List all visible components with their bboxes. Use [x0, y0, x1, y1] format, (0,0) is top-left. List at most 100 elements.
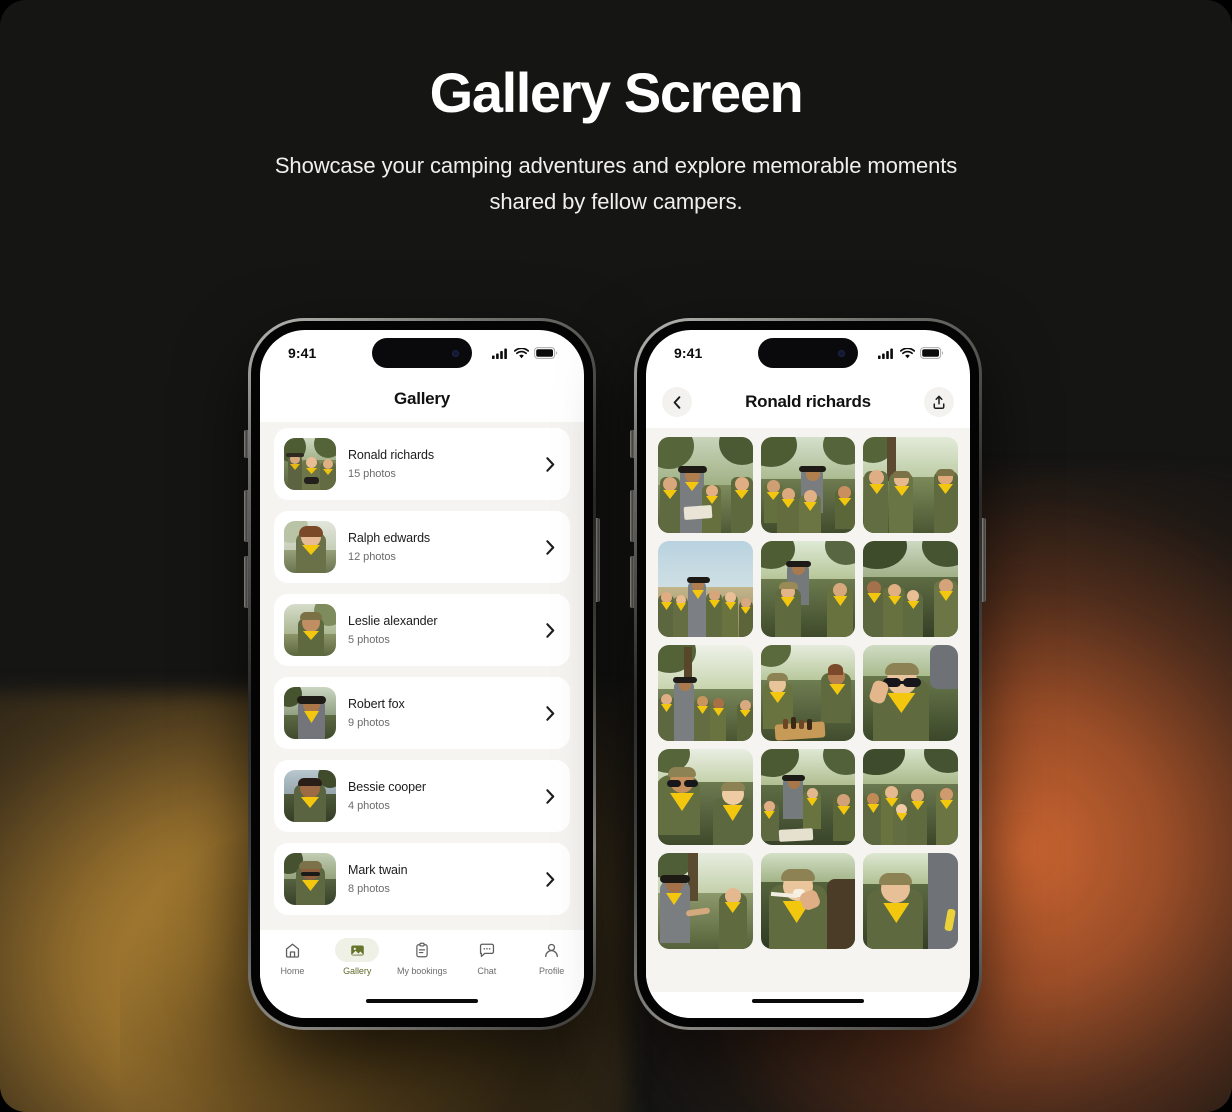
status-bar: 9:41	[646, 330, 970, 376]
battery-icon	[920, 347, 944, 359]
wifi-icon	[900, 347, 915, 358]
chevron-right-icon[interactable]	[542, 788, 558, 804]
silence-switch[interactable]	[630, 430, 634, 458]
silence-switch[interactable]	[244, 430, 248, 458]
gallery-header: Gallery	[260, 376, 584, 422]
album-thumbnail	[284, 521, 336, 573]
album-name: Mark twain	[348, 863, 408, 877]
photo-grid[interactable]	[646, 428, 970, 992]
volume-up-button[interactable]	[630, 490, 634, 542]
front-camera-icon	[452, 349, 459, 357]
phone-screen-album-detail: 9:41 Ronald richards	[646, 330, 970, 1018]
album-count: 9 photos	[348, 717, 390, 729]
volume-up-button[interactable]	[244, 490, 248, 542]
photo-thumbnail[interactable]	[863, 645, 958, 741]
album-name: Bessie cooper	[348, 780, 426, 794]
power-button[interactable]	[596, 518, 600, 602]
album-name: Leslie alexander	[348, 614, 438, 628]
page-subtitle: Showcase your camping adventures and exp…	[274, 153, 958, 214]
home-indicator-area	[646, 992, 970, 1018]
album-count: 4 photos	[348, 800, 390, 812]
album-thumbnail	[284, 604, 336, 656]
phone-bezel: 9:41	[637, 321, 979, 1027]
chevron-right-icon[interactable]	[542, 705, 558, 721]
album-row[interactable]: Ronald richards 15 photos	[274, 428, 570, 500]
tab-label-profile: Profile	[539, 966, 565, 976]
album-row[interactable]: Bessie cooper 4 photos	[274, 760, 570, 832]
volume-down-button[interactable]	[244, 556, 248, 608]
home-icon-wrap	[270, 938, 314, 962]
album-row[interactable]: Robert fox 9 photos	[274, 677, 570, 749]
photo-thumbnail[interactable]	[658, 645, 753, 741]
album-text-group: Bessie cooper 4 photos	[348, 780, 530, 812]
phone-bezel: 9:41	[251, 321, 593, 1027]
album-row[interactable]: Leslie alexander 5 photos	[274, 594, 570, 666]
phone-screen-gallery-list: 9:41 Gallery Ronald richards 15 photos R…	[260, 330, 584, 1018]
image-icon	[350, 945, 364, 955]
photo-thumbnail[interactable]	[658, 749, 753, 845]
photo-thumbnail[interactable]	[760, 853, 856, 949]
album-detail-header: Ronald richards	[646, 376, 970, 428]
volume-down-button[interactable]	[630, 556, 634, 608]
photo-thumbnail[interactable]	[863, 541, 958, 637]
person-icon	[545, 943, 558, 957]
album-text-group: Leslie alexander 5 photos	[348, 614, 530, 646]
hero-section: Gallery Screen Showcase your camping adv…	[0, 60, 1232, 219]
album-name: Ralph edwards	[348, 531, 431, 545]
album-thumbnail	[284, 853, 336, 905]
phone-mockup-gallery-list: 9:41 Gallery Ronald richards 15 photos R…	[244, 318, 600, 1030]
tab-label-my-bookings: My bookings	[397, 966, 447, 976]
status-icons	[878, 347, 944, 359]
album-thumbnail	[284, 438, 336, 490]
chevron-right-icon[interactable]	[542, 456, 558, 472]
front-camera-icon	[838, 349, 845, 357]
album-row[interactable]: Ralph edwards 12 photos	[274, 511, 570, 583]
album-name: Robert fox	[348, 697, 405, 711]
tab-gallery[interactable]: Gallery	[325, 938, 390, 976]
photo-thumbnail[interactable]	[760, 645, 856, 741]
photo-thumbnail[interactable]	[863, 437, 958, 533]
battery-icon	[534, 347, 558, 359]
chevron-right-icon[interactable]	[542, 539, 558, 555]
home-indicator[interactable]	[366, 999, 478, 1003]
chevron-right-icon[interactable]	[542, 871, 558, 887]
share-button[interactable]	[923, 387, 954, 417]
tab-my-bookings[interactable]: My bookings	[390, 938, 455, 976]
cellular-signal-icon	[492, 348, 507, 359]
album-text-group: Mark twain 8 photos	[348, 863, 530, 895]
chat-icon	[479, 943, 494, 957]
photo-thumbnail[interactable]	[658, 541, 753, 637]
photo-thumbnail[interactable]	[760, 437, 856, 533]
home-icon	[285, 943, 299, 958]
status-icons	[492, 347, 558, 359]
power-button[interactable]	[982, 518, 986, 602]
tab-chat[interactable]: Chat	[454, 938, 519, 976]
album-list[interactable]: Ronald richards 15 photos Ralph edwards …	[260, 422, 584, 930]
photo-thumbnail[interactable]	[863, 853, 958, 949]
tab-label-home: Home	[280, 966, 305, 976]
album-row[interactable]: Mark twain 8 photos	[274, 843, 570, 915]
back-button[interactable]	[662, 387, 692, 417]
photo-thumbnail[interactable]	[658, 853, 753, 949]
photo-thumbnail[interactable]	[760, 541, 856, 637]
album-text-group: Ralph edwards 12 photos	[348, 531, 530, 563]
upload-icon	[933, 395, 945, 409]
home-indicator[interactable]	[752, 999, 864, 1003]
dynamic-island	[758, 338, 858, 368]
tab-home[interactable]: Home	[260, 938, 325, 976]
chevron-right-icon[interactable]	[542, 622, 558, 638]
tab-profile[interactable]: Profile	[519, 938, 584, 976]
status-time: 9:41	[288, 345, 317, 361]
gallery-header-title: Gallery	[394, 389, 450, 408]
album-text-group: Robert fox 9 photos	[348, 697, 530, 729]
wifi-icon	[514, 347, 529, 358]
status-time: 9:41	[674, 345, 703, 361]
album-text-group: Ronald richards 15 photos	[348, 448, 530, 480]
bottom-tab-bar[interactable]: Home Gallery My bookings Chat Profile	[260, 930, 584, 992]
photo-thumbnail[interactable]	[760, 749, 856, 845]
status-bar: 9:41	[260, 330, 584, 376]
photo-thumbnail[interactable]	[658, 437, 753, 533]
photo-thumbnail[interactable]	[863, 749, 958, 845]
chevron-left-icon	[673, 395, 681, 409]
album-count: 12 photos	[348, 551, 396, 563]
